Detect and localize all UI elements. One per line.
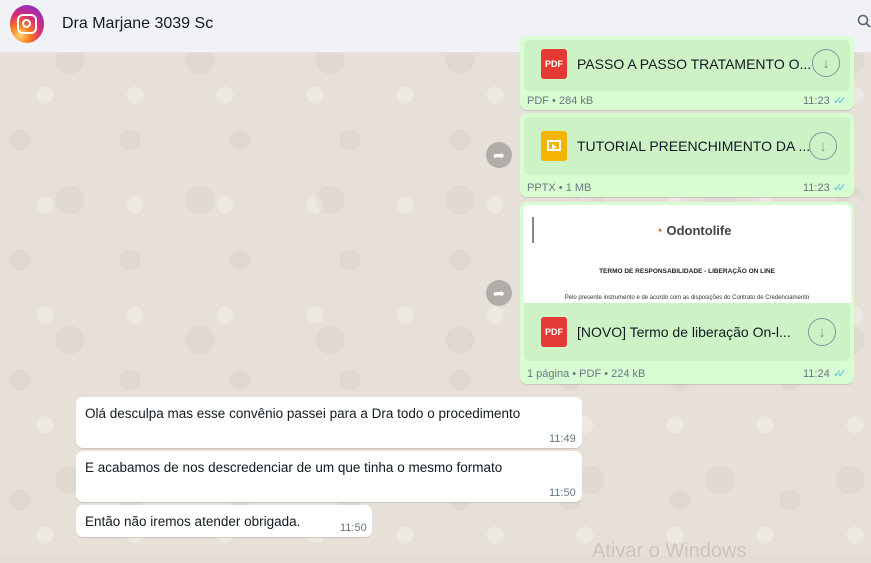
incoming-text-message[interactable]: Então não iremos atender obrigada. 11:50 — [76, 505, 372, 537]
incoming-text-message[interactable]: Olá desculpa mas esse convênio passei pa… — [76, 397, 582, 448]
odontolife-logo: ◔ Odontolife — [655, 223, 732, 238]
document-meta: PPTX • 1 MB — [527, 182, 592, 194]
forward-icon[interactable]: ➦ — [486, 280, 512, 306]
download-button[interactable]: ↓ — [808, 318, 836, 346]
pdf-file-icon: PDF — [541, 49, 567, 79]
search-icon[interactable] — [857, 14, 871, 28]
instagram-logo-icon — [17, 14, 37, 34]
message-time: 11:50 — [340, 522, 367, 534]
contact-name[interactable]: Dra Marjane 3039 Sc — [62, 15, 213, 33]
message-time: 11:23 — [803, 182, 830, 194]
document-meta: PDF • 284 kB — [527, 95, 594, 107]
outgoing-document-message[interactable]: PDF PASSO A PASSO TRATAMENTO O... ↓ PDF … — [520, 36, 854, 110]
avatar[interactable] — [10, 5, 44, 43]
message-time: 11:50 — [549, 487, 576, 499]
document-meta: 1 página • PDF • 224 kB — [527, 368, 646, 380]
preview-margin-mark — [532, 217, 534, 243]
document-card[interactable]: PDF [NOVO] Termo de liberação On-l... ↓ — [524, 303, 850, 361]
message-text: Então não iremos atender obrigada. — [85, 514, 301, 529]
preview-text-line: Pelo presente instrumento e de acordo co… — [564, 295, 810, 301]
read-receipt-icon: ✓✓ — [833, 368, 847, 380]
download-button[interactable]: ↓ — [812, 49, 840, 77]
document-card[interactable]: TUTORIAL PREENCHIMENTO DA ... ↓ — [524, 117, 850, 175]
read-receipt-icon: ✓✓ — [833, 95, 847, 107]
outgoing-document-message[interactable]: TUTORIAL PREENCHIMENTO DA ... ↓ PPTX • 1… — [520, 113, 854, 197]
preview-title: TERMO DE RESPONSABILIDADE - LIBERAÇÃO ON… — [599, 268, 775, 275]
outgoing-document-message[interactable]: ◔ Odontolife TERMO DE RESPONSABILIDADE -… — [520, 202, 854, 384]
forward-icon[interactable]: ➦ — [486, 142, 512, 168]
message-text: Olá desculpa mas esse convênio passei pa… — [85, 406, 521, 421]
read-receipt-icon: ✓✓ — [833, 182, 847, 194]
document-filename: TUTORIAL PREENCHIMENTO DA ... — [577, 138, 811, 154]
incoming-text-message[interactable]: E acabamos de nos descredenciar de um qu… — [76, 451, 582, 502]
document-filename: PASSO A PASSO TRATAMENTO O... — [577, 56, 812, 72]
document-card[interactable]: PDF PASSO A PASSO TRATAMENTO O... ↓ — [524, 40, 850, 91]
message-time: 11:23 — [803, 95, 830, 107]
pptx-file-icon — [541, 131, 567, 161]
message-text: E acabamos de nos descredenciar de um qu… — [85, 460, 503, 475]
document-preview[interactable]: ◔ Odontolife TERMO DE RESPONSABILIDADE -… — [523, 205, 851, 303]
pdf-file-icon: PDF — [541, 317, 567, 347]
message-time: 11:49 — [549, 433, 576, 445]
document-filename: [NOVO] Termo de liberação On-l... — [577, 324, 791, 340]
message-time: 11:24 — [803, 368, 830, 380]
windows-activation-watermark: Ativar o Windows — [592, 540, 747, 562]
download-button[interactable]: ↓ — [809, 132, 837, 160]
